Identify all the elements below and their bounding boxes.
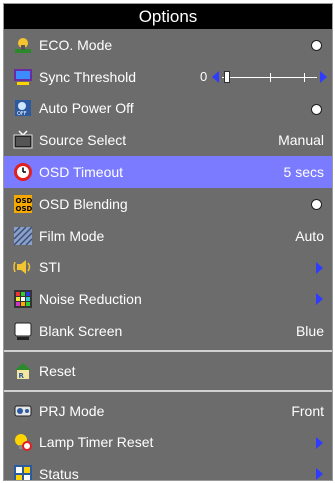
lamp-timer-icon (13, 432, 33, 452)
film-mode-value: Auto (295, 227, 324, 244)
menu-item-noise-reduction[interactable]: Noise Reduction (4, 283, 332, 315)
increase-arrow-icon[interactable] (320, 70, 327, 83)
submenu-arrow-icon[interactable] (316, 468, 323, 480)
menu-item-label: Film Mode (39, 227, 105, 244)
divider (4, 389, 332, 392)
sync-threshold-slider[interactable]: 0 (200, 69, 327, 85)
menu-item-osd-timeout[interactable]: OSD Timeout 5 secs (4, 156, 332, 188)
svg-text:OSD: OSD (16, 197, 33, 205)
eco-mode-icon (13, 35, 33, 55)
auto-power-off-icon: OFF (13, 98, 33, 118)
menu-item-label: Status (39, 466, 79, 481)
menu-item-label: Reset (39, 362, 76, 379)
slider-tick (304, 72, 305, 82)
prj-mode-value: Front (291, 402, 324, 419)
menu-item-label: Lamp Timer Reset (39, 434, 154, 451)
menu-item-label: STI (39, 259, 61, 276)
menu-item-eco-mode[interactable]: ECO. Mode (4, 29, 332, 61)
menu-item-label: OSD Blending (39, 195, 128, 212)
menu-item-sti[interactable]: STI (4, 252, 332, 284)
slider-tick (270, 72, 271, 82)
menu-item-source-select[interactable]: Source Select Manual (4, 124, 332, 156)
reset-icon: R (13, 361, 33, 381)
divider (4, 349, 332, 352)
blank-screen-value: Blue (295, 323, 324, 340)
status-icon (13, 464, 33, 480)
submenu-arrow-icon[interactable] (316, 293, 323, 306)
eco-mode-toggle[interactable] (311, 40, 322, 51)
svg-text:OSD: OSD (16, 205, 33, 213)
menu-item-label: PRJ Mode (39, 402, 105, 419)
menu-title: Options (4, 4, 332, 29)
source-select-value: Manual (278, 132, 324, 149)
menu-item-lamp-timer-reset[interactable]: Lamp Timer Reset (4, 427, 332, 459)
film-mode-icon (13, 226, 33, 246)
menu-item-label: Noise Reduction (39, 291, 142, 308)
blank-screen-icon (13, 321, 33, 341)
slider-thumb[interactable] (224, 70, 230, 83)
svg-text:OFF: OFF (17, 111, 27, 117)
submenu-arrow-icon[interactable] (316, 436, 323, 449)
menu-item-prj-mode[interactable]: PRJ Mode Front (4, 395, 332, 427)
menu-item-status[interactable]: Status (4, 458, 332, 481)
projector-icon (13, 401, 33, 421)
source-select-icon (13, 130, 33, 150)
menu-item-auto-power-off[interactable]: OFF Auto Power Off (4, 93, 332, 125)
menu-item-blank-screen[interactable]: Blank Screen Blue (4, 315, 332, 347)
sync-threshold-icon (13, 67, 33, 87)
decrease-arrow-icon[interactable] (212, 70, 219, 83)
clock-icon (13, 162, 33, 182)
osd-blending-toggle[interactable] (311, 198, 322, 210)
auto-power-off-toggle[interactable] (311, 103, 322, 115)
submenu-arrow-icon[interactable] (316, 261, 323, 274)
sync-threshold-value: 0 (200, 68, 208, 84)
osd-blending-icon: OSD OSD (13, 194, 33, 214)
svg-text:R: R (19, 372, 25, 380)
osd-timeout-value: 5 secs (283, 164, 324, 181)
menu-item-label: Blank Screen (39, 323, 123, 340)
options-menu: Options ECO. Mode Sync Threshold 0 OFF A… (3, 3, 333, 481)
noise-reduction-icon (13, 289, 33, 309)
menu-item-label: ECO. Mode (39, 36, 113, 53)
menu-item-label: Auto Power Off (39, 100, 134, 117)
sti-icon (13, 257, 33, 277)
menu-item-osd-blending[interactable]: OSD OSD OSD Blending (4, 188, 332, 220)
menu-item-sync-threshold[interactable]: Sync Threshold 0 (4, 61, 332, 93)
menu-item-film-mode[interactable]: Film Mode Auto (4, 220, 332, 252)
menu-item-reset[interactable]: R Reset (4, 355, 332, 387)
